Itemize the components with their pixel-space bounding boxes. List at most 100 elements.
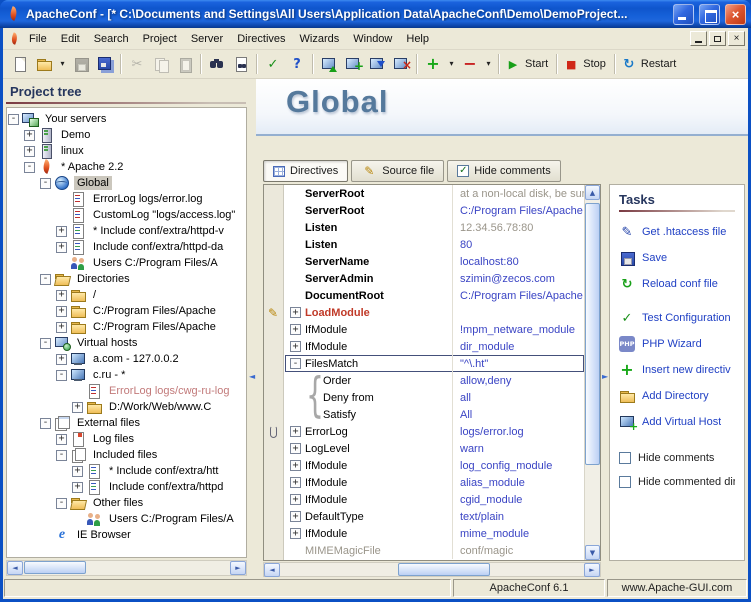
tree-expander[interactable]: +	[56, 306, 67, 317]
tree-expander[interactable]: +	[72, 466, 83, 477]
directive-value[interactable]: dir_module	[453, 341, 584, 353]
directive-value[interactable]: cgid_module	[453, 494, 584, 506]
server-upload-button[interactable]	[317, 53, 341, 76]
scroll-up-button[interactable]: ▲	[585, 185, 600, 200]
save-all-button[interactable]	[93, 53, 117, 76]
tab-source-file[interactable]: ✎ Source file	[351, 160, 444, 182]
mdi-restore-button[interactable]	[709, 31, 726, 46]
menu-server[interactable]: Server	[184, 30, 230, 48]
maximize-button[interactable]	[699, 4, 720, 25]
directive-row-documentroot[interactable]: DocumentRootC:/Program Files/Apache Soft	[285, 287, 584, 304]
mdi-minimize-button[interactable]	[690, 31, 707, 46]
tree-item-include-conf-extra-httpd-da[interactable]: +Include conf/extra/httpd-da	[8, 239, 245, 255]
directive-value[interactable]: C:/Program Files/Apache Soft	[453, 290, 584, 302]
directive-value[interactable]: alias_module	[453, 477, 584, 489]
directive-row-loglevel[interactable]: +LogLevelwarn	[285, 440, 584, 457]
hide-comments-checkbox[interactable]: ✓	[457, 165, 469, 177]
tree-expander[interactable]: -	[56, 450, 67, 461]
directive-value[interactable]: allow,deny	[453, 375, 584, 387]
paste-button[interactable]	[173, 53, 197, 76]
tree-item-other-files[interactable]: -Other files	[8, 495, 245, 511]
directive-row-satisfy[interactable]: SatisfyAll	[285, 406, 584, 423]
tree-horizontal-scrollbar[interactable]: ◄ ►	[6, 560, 247, 576]
tree-item-include-conf-extra-httpd[interactable]: +Include conf/extra/httpd	[8, 479, 245, 495]
directive-row-ifmodule[interactable]: +IfModule!mpm_netware_module	[285, 321, 584, 338]
dropdown-arrow-button[interactable]: ▾	[56, 53, 69, 76]
directive-row-serverroot[interactable]: ServerRootC:/Program Files/Apache Soft	[285, 202, 584, 219]
directive-value[interactable]: text/plain	[453, 511, 584, 523]
directive-value[interactable]: log_config_module	[453, 460, 584, 472]
directive-row-serverroot[interactable]: ServerRootat a non-local disk, be sure t…	[285, 185, 584, 202]
find-in-files-button[interactable]	[229, 53, 253, 76]
tree-item-a-com-127-0-0-2[interactable]: +a.com - 127.0.0.2	[8, 351, 245, 367]
get-htaccess-file-link[interactable]: ✎Get .htaccess file	[619, 224, 735, 240]
tree-expander[interactable]: +	[56, 290, 67, 301]
dropdown-arrow-button[interactable]: ▾	[482, 53, 495, 76]
row-expander[interactable]: +	[290, 324, 301, 335]
tree-item-external-files[interactable]: -External files	[8, 415, 245, 431]
row-expander[interactable]: +	[290, 460, 301, 471]
tree-item-users-c-program-files-a[interactable]: Users C:/Program Files/A	[8, 255, 245, 271]
hide-comments-toggle[interactable]: ✓ Hide comments	[447, 160, 560, 182]
tree-item-c-ru[interactable]: -c.ru - *	[8, 367, 245, 383]
tree-item-c-program-files-apache[interactable]: +C:/Program Files/Apache	[8, 303, 245, 319]
checkbox[interactable]	[619, 476, 631, 488]
row-expander[interactable]: +	[290, 443, 301, 454]
checkbox[interactable]	[619, 452, 631, 464]
copy-button[interactable]	[149, 53, 173, 76]
directive-value[interactable]: C:/Program Files/Apache Soft	[453, 205, 584, 217]
menu-project[interactable]: Project	[136, 30, 184, 48]
tree-item-include-conf-extra-htt[interactable]: +* Include conf/extra/htt	[8, 463, 245, 479]
directive-row-defaulttype[interactable]: +DefaultTypetext/plain	[285, 508, 584, 525]
directive-value[interactable]: warn	[453, 443, 584, 455]
scroll-left-button[interactable]: ◄	[7, 561, 23, 575]
find-button[interactable]	[205, 53, 229, 76]
tree-expander[interactable]: +	[56, 434, 67, 445]
tree-expander[interactable]: +	[24, 130, 35, 141]
scroll-left-button[interactable]: ◄	[264, 563, 280, 577]
menu-window[interactable]: Window	[346, 30, 399, 48]
title-bar[interactable]: ApacheConf - [* C:\Documents and Setting…	[0, 0, 751, 28]
tree-item-d-work-web-www-c[interactable]: +D:/Work/Web/www.C	[8, 399, 245, 415]
php-wizard-link[interactable]: PHPPHP Wizard	[619, 336, 735, 352]
tree-expander[interactable]: -	[56, 498, 67, 509]
tree-item-demo[interactable]: +Demo	[8, 127, 245, 143]
tree-expander[interactable]: -	[40, 178, 51, 189]
menu-help[interactable]: Help	[399, 30, 436, 48]
directive-row-serveradmin[interactable]: ServerAdminszimin@zecos.com	[285, 270, 584, 287]
directive-row-ifmodule[interactable]: +IfModulemime_module	[285, 525, 584, 542]
help-button[interactable]: ?	[285, 53, 309, 76]
close-button[interactable]: ×	[725, 4, 746, 25]
directive-value[interactable]: localhost:80	[453, 256, 584, 268]
scroll-thumb[interactable]	[24, 561, 86, 574]
directive-row-servername[interactable]: ServerNamelocalhost:80	[285, 253, 584, 270]
table-horizontal-scrollbar[interactable]: ◄ ►	[263, 562, 601, 577]
row-expander[interactable]: +	[290, 477, 301, 488]
save-link[interactable]: Save	[619, 250, 735, 266]
test-configuration-link[interactable]: ✓Test Configuration	[619, 310, 735, 326]
tree-item-your-servers[interactable]: -Your servers	[8, 111, 245, 127]
tree-item-ie-browser[interactable]: eIE Browser	[8, 527, 245, 543]
directive-row-ifmodule[interactable]: +IfModulealias_module	[285, 474, 584, 491]
tree-expander[interactable]: -	[40, 274, 51, 285]
directive-row-mimemagicfile[interactable]: MIMEMagicFileconf/magic	[285, 542, 584, 559]
directive-value[interactable]: 12.34.56.78:80	[453, 222, 584, 234]
right-splitter-collapse[interactable]: ►	[602, 372, 608, 381]
tree-item-log-files[interactable]: +Log files	[8, 431, 245, 447]
row-expander[interactable]: +	[290, 341, 301, 352]
menu-search[interactable]: Search	[87, 30, 136, 48]
check-config-button[interactable]: ✓	[261, 53, 285, 76]
directive-value[interactable]: All	[453, 409, 584, 421]
server-delete-button[interactable]	[389, 53, 413, 76]
left-splitter-collapse[interactable]: ◄	[249, 372, 255, 381]
save-button[interactable]	[69, 53, 93, 76]
start-button[interactable]: ▶Start	[503, 53, 553, 76]
tree-expander[interactable]: +	[56, 322, 67, 333]
directive-row-loadmodule[interactable]: +LoadModule	[285, 304, 584, 321]
row-expander[interactable]: +	[290, 528, 301, 539]
tree-expander[interactable]: -	[40, 418, 51, 429]
directive-row-order[interactable]: Orderallow,deny	[285, 372, 584, 389]
tree-expander[interactable]: -	[56, 370, 67, 381]
directive-value[interactable]: all	[453, 392, 584, 404]
tree-item-c-program-files-apache[interactable]: +C:/Program Files/Apache	[8, 319, 245, 335]
